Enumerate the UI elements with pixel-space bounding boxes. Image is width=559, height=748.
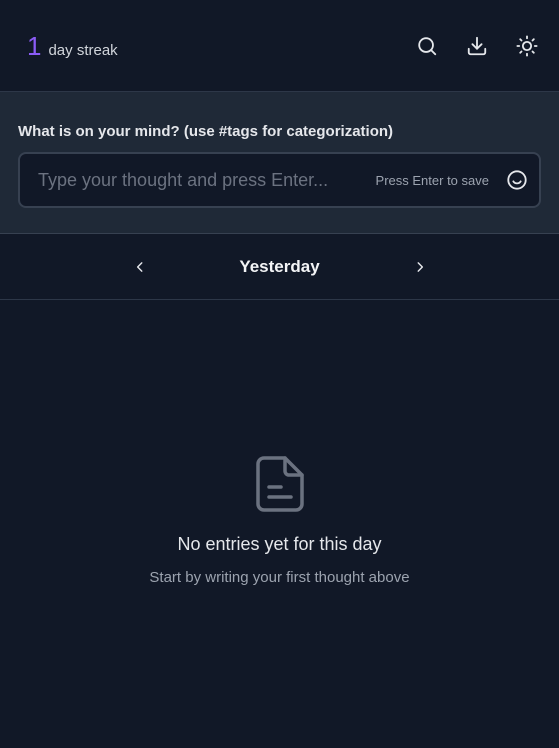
streak-label: day streak [48,41,118,59]
sun-icon [516,34,538,57]
entry-section: What is on your mind? (use #tags for cat… [0,92,559,234]
smiley-icon [507,170,527,190]
chevron-right-icon [417,261,423,272]
date-navigator: Yesterday [0,234,559,300]
top-bar: 1 day streak [0,0,559,92]
previous-day-button[interactable] [130,257,150,277]
streak-indicator: 1 day streak [27,33,118,59]
current-date-label: Yesterday [239,256,320,276]
emoji-button[interactable] [505,168,529,192]
app-root: 1 day streak What is on your mind? (use … [0,0,559,748]
streak-count: 1 [27,30,42,61]
search-icon [418,36,437,55]
entry-prompt-label: What is on your mind? (use #tags for cat… [18,123,394,140]
save-hint: Press Enter to save [375,172,489,188]
theme-toggle-button[interactable] [515,34,539,58]
empty-state: No entries yet for this day Start by wri… [0,300,559,748]
download-icon [467,36,487,55]
document-icon [255,456,305,512]
search-button[interactable] [415,34,439,58]
entry-box: Press Enter to save [18,152,541,208]
empty-state-subtitle: Start by writing your first thought abov… [149,569,410,586]
download-button[interactable] [465,34,489,58]
next-day-button[interactable] [410,257,430,277]
empty-state-title: No entries yet for this day [177,534,382,554]
thought-input[interactable] [38,169,376,191]
chevron-left-icon [136,261,142,272]
header-actions [415,34,539,58]
